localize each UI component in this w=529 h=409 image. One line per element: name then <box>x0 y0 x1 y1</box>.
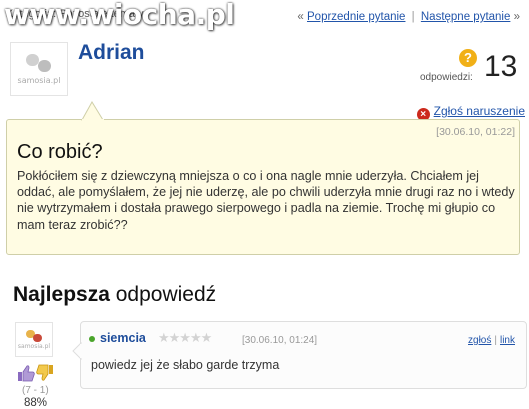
online-status-dot <box>89 336 95 342</box>
next-arrow: » <box>513 11 520 23</box>
answer-text: powiedz jej że słabo garde trzyma <box>91 358 280 372</box>
prev-arrow: « <box>297 11 304 23</box>
asker-avatar[interactable]: samosia.pl <box>10 42 68 96</box>
answer-links: zgłoś | link <box>468 335 515 346</box>
answerer-avatar[interactable]: samosia.pl <box>15 322 53 357</box>
next-question-link[interactable]: Następne pytanie <box>421 11 511 23</box>
answer-author[interactable]: siemcia <box>100 331 146 345</box>
avatar-label: samosia.pl <box>17 342 51 350</box>
vote-counts: (7 - 1) <box>22 385 49 396</box>
answer-bubble-tail <box>72 342 82 360</box>
answers-icon: ? <box>459 49 477 67</box>
avatar-label: samosia.pl <box>17 75 61 85</box>
watermark: www.wiocha.pl <box>4 0 235 31</box>
avatar-bubbles-icon <box>25 329 43 343</box>
thumb-up-icon[interactable] <box>18 365 35 382</box>
prev-question-link[interactable]: Poprzednie pytanie <box>307 11 405 23</box>
answer-report-link[interactable]: zgłoś <box>468 335 491 346</box>
question-date: [30.06.10, 01:22] <box>436 126 515 138</box>
answer-box <box>80 321 527 389</box>
best-answer-heading: Najlepsza odpowiedź <box>13 283 217 306</box>
thumb-down-icon[interactable] <box>36 364 53 381</box>
question-navigation: « Poprzednie pytanie | Następne pytanie … <box>297 11 520 23</box>
report-link[interactable]: Zgłoś naruszenie <box>434 104 525 118</box>
answer-permalink[interactable]: link <box>500 335 515 346</box>
answers-count: 13 <box>484 50 518 83</box>
speech-bubble-tail <box>81 101 104 121</box>
answers-label: odpowiedzi: <box>420 72 473 83</box>
question-body: Pokłóciłem się z dziewczyną mniejsza o c… <box>17 169 515 232</box>
asker-name[interactable]: Adrian <box>78 41 145 65</box>
approval-percent: 88% <box>24 397 48 409</box>
question-title: Co robić? <box>17 141 103 163</box>
avatar-bubbles-icon <box>25 53 53 74</box>
answer-date: [30.06.10, 01:24] <box>242 335 318 346</box>
rating-stars: ★★★★★ <box>158 330 212 345</box>
nav-separator: | <box>411 11 415 23</box>
vote-thumbs <box>18 364 53 382</box>
